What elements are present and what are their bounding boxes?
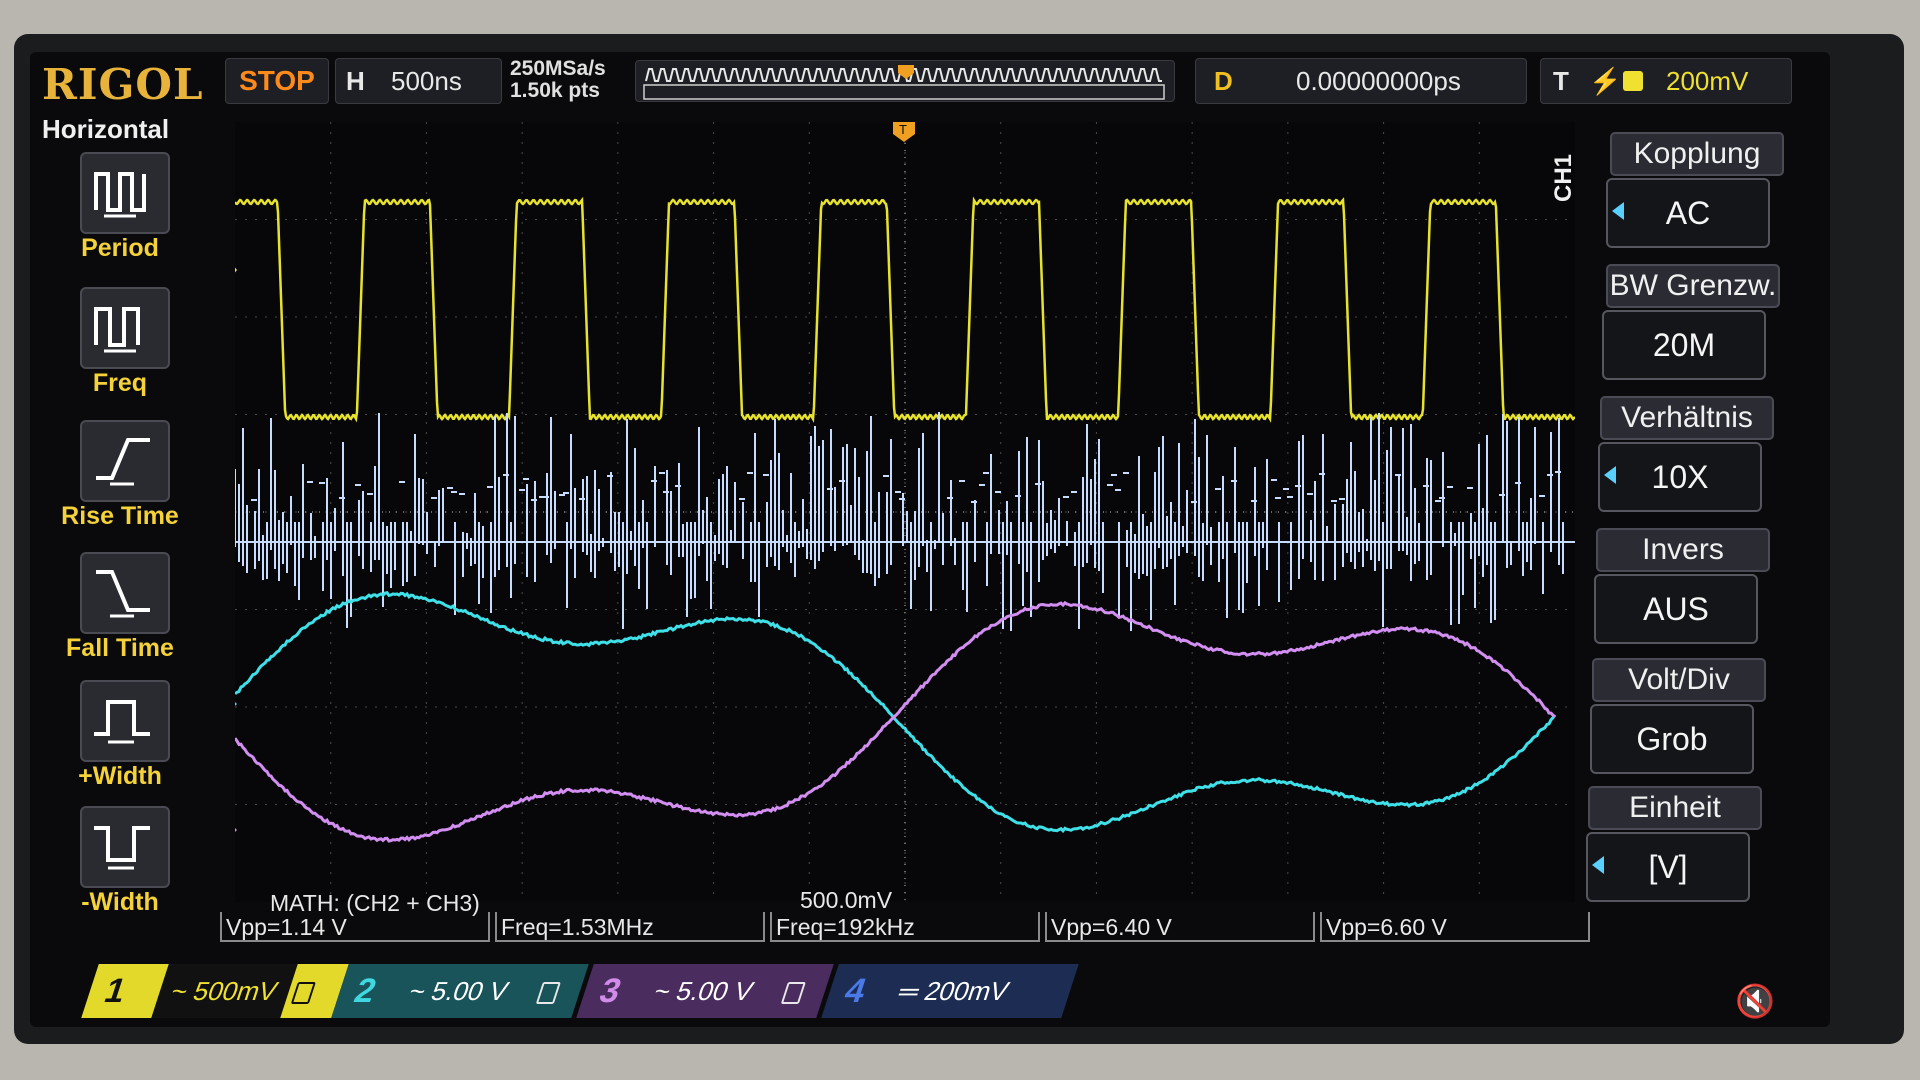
probe-ratio-button[interactable]: 10X	[1598, 442, 1762, 512]
menu-item-pos-width[interactable]: +Width	[30, 680, 210, 800]
timebase-value: 500ns	[391, 59, 462, 103]
neg-width-icon	[80, 806, 170, 888]
invert-button[interactable]: AUS	[1594, 574, 1758, 644]
run-stop-status[interactable]: STOP	[225, 58, 329, 104]
channel-bar: 1 ~ 500mV 2 ~ 5.00 V 3 ~ 5.00 V 4 ═ 200m…	[90, 964, 1650, 1022]
measure-menu-title: Horizontal	[42, 114, 169, 145]
brand-logo: RIGOL	[42, 60, 204, 109]
measurement-2[interactable]: Freq=1.53MHz	[495, 912, 765, 942]
menu-item-period[interactable]: Period	[30, 152, 210, 272]
horizontal-timebase[interactable]: H 500ns	[335, 58, 502, 104]
channel-3-status[interactable]: 3 ~ 5.00 V	[576, 964, 834, 1018]
sample-rate: 250MSa/s	[510, 58, 606, 80]
unit-arrow-icon	[1592, 856, 1604, 874]
delay-display[interactable]: D 0.00000000ps	[1195, 58, 1527, 104]
menu-item-fall-time[interactable]: Fall Time	[30, 552, 210, 672]
ch1-bw-limit-icon	[291, 982, 316, 1004]
pos-width-icon	[80, 680, 170, 762]
delay-value: 0.00000000ps	[1296, 59, 1461, 103]
trigger-label: T	[1553, 59, 1569, 103]
fall-time-icon	[80, 552, 170, 634]
measurement-4[interactable]: Vpp=6.40 V	[1045, 912, 1315, 942]
probe-ratio-arrow-icon	[1604, 466, 1616, 484]
scope-screen: RIGOL STOP H 500ns 250MSa/s 1.50k pts D …	[30, 52, 1830, 1027]
bandwidth-limit-button[interactable]: 20M	[1602, 310, 1766, 380]
acquisition-info: 250MSa/s 1.50k pts	[510, 58, 606, 102]
memory-waveform-icon	[636, 61, 1174, 101]
channel-1-status[interactable]: 1 ~ 500mV	[81, 964, 349, 1018]
status-bar: RIGOL STOP H 500ns 250MSa/s 1.50k pts D …	[30, 52, 1830, 112]
channel-2-status[interactable]: 2 ~ 5.00 V	[331, 964, 589, 1018]
menu-title-unit: Einheit	[1588, 786, 1762, 830]
volts-div-button[interactable]: Grob	[1590, 704, 1754, 774]
coupling-arrow-icon	[1612, 202, 1624, 220]
ch3-bw-limit-icon	[781, 982, 806, 1004]
menu-title-coupling: Kopplung	[1610, 132, 1784, 176]
rise-time-icon	[80, 420, 170, 502]
measurement-5[interactable]: Vpp=6.60 V	[1320, 912, 1590, 942]
measure-menu: Horizontal Period Freq Rise Time Fall Ti…	[30, 112, 210, 932]
channel-4-status[interactable]: 4 ═ 200mV	[821, 964, 1079, 1018]
menu-item-neg-width[interactable]: -Width	[30, 806, 210, 926]
horizontal-label: H	[346, 59, 365, 103]
delay-label: D	[1214, 59, 1233, 103]
trigger-display[interactable]: T ⚡ 200mV	[1540, 58, 1792, 104]
menu-title-invert: Invers	[1596, 528, 1770, 572]
sound-muted-icon[interactable]: 🔇	[1735, 982, 1775, 1020]
memory-depth: 1.50k pts	[510, 80, 606, 102]
trigger-source-icon	[1623, 71, 1643, 91]
period-icon	[80, 152, 170, 234]
coupling-button[interactable]: AC	[1606, 178, 1770, 248]
menu-item-rise-time[interactable]: Rise Time	[30, 420, 210, 540]
menu-title-bandwidth: BW Grenzw.	[1606, 264, 1780, 308]
svg-text:T: T	[899, 122, 907, 137]
freq-icon	[80, 287, 170, 369]
trigger-level: 200mV	[1666, 59, 1748, 103]
measurement-3[interactable]: Freq=192kHz	[770, 912, 1040, 942]
menu-item-freq[interactable]: Freq	[30, 287, 210, 407]
rising-edge-icon: ⚡	[1589, 59, 1621, 103]
measurement-1[interactable]: Vpp=1.14 V	[220, 912, 490, 942]
ch2-bw-limit-icon	[536, 982, 561, 1004]
memory-overview	[635, 60, 1175, 102]
math-scale-label: 500.0mV	[800, 887, 892, 914]
menu-title-volts-div: Volt/Div	[1592, 658, 1766, 702]
unit-button[interactable]: [V]	[1586, 832, 1750, 902]
menu-title-probe-ratio: Verhältnis	[1600, 396, 1774, 440]
waveform-display[interactable]: M 3 T	[235, 122, 1575, 902]
channel-indicator: CH1	[1550, 154, 1578, 202]
